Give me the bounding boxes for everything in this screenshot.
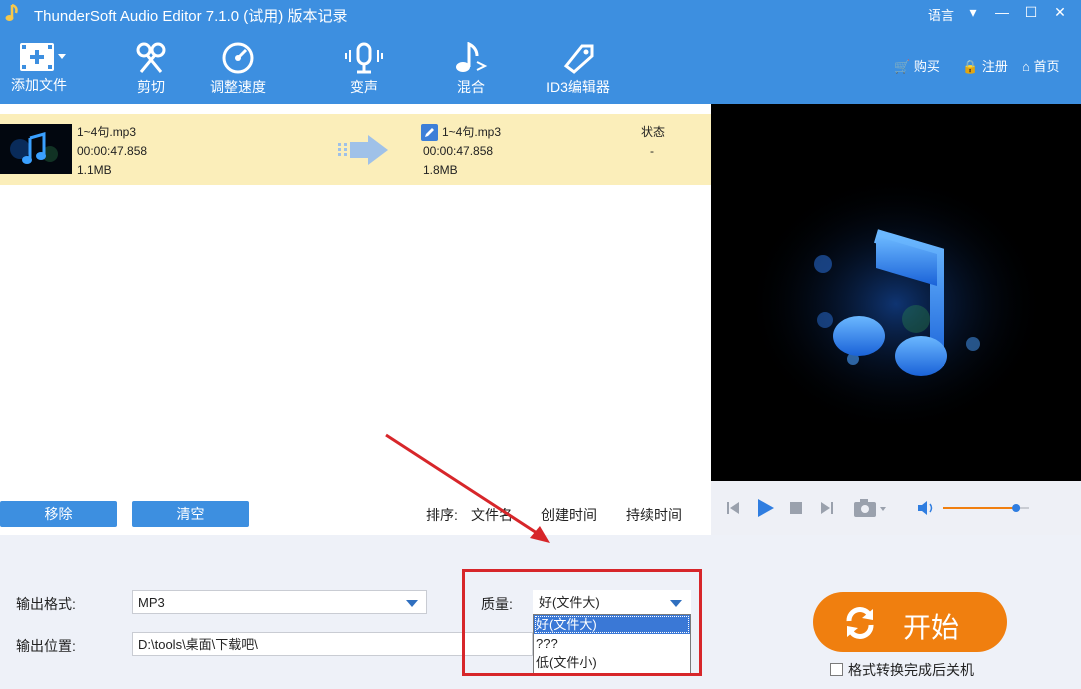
music-note-icon: [746, 174, 1046, 434]
add-file-button[interactable]: 添加文件: [0, 42, 84, 95]
buy-link[interactable]: 🛒 购买: [894, 56, 940, 75]
toolbar: ThunderSoft Audio Editor 7.1.0 (试用) 版本记录…: [0, 0, 1081, 104]
output-format-select[interactable]: MP3: [132, 590, 427, 614]
annotation-arrow: [385, 433, 550, 543]
maximize-icon[interactable]: ☐: [1019, 4, 1043, 21]
voice-change-label: 变声: [350, 79, 378, 95]
source-file-info: 1~4句.mp3 00:00:47.858 1.1MB: [77, 123, 147, 180]
cut-label: 剪切: [137, 79, 165, 95]
preview-pane: [711, 104, 1081, 481]
volume-icon[interactable]: [916, 499, 936, 517]
home-icon: ⌂: [1022, 59, 1030, 74]
output-file-info: 1~4句.mp3 00:00:47.858 1.8MB: [423, 123, 501, 180]
player-controls: [711, 481, 1081, 535]
minimize-icon[interactable]: —: [990, 4, 1014, 20]
shutdown-label: 格式转换完成后关机: [848, 662, 974, 678]
microphone-icon: [345, 42, 383, 74]
chevron-down-icon: [406, 600, 418, 607]
play-icon[interactable]: [755, 498, 775, 518]
scissors-icon: [136, 42, 166, 73]
stop-icon[interactable]: [790, 502, 802, 514]
id3-editor-label: ID3编辑器: [546, 79, 610, 95]
register-label: 注册: [981, 59, 1008, 74]
output-location-label: 输出位置:: [16, 638, 76, 654]
app-logo-icon: [5, 3, 18, 21]
music-note-icon: [456, 42, 488, 72]
speedometer-icon: [222, 42, 254, 74]
refresh-icon: [846, 607, 874, 639]
sort-by-duration[interactable]: 持续时间: [626, 505, 682, 525]
remove-button[interactable]: 移除: [0, 501, 117, 527]
home-label: 首页: [1033, 59, 1060, 74]
add-file-label: 添加文件: [11, 77, 67, 93]
output-location-value: D:\tools\桌面\下载吧\: [138, 637, 258, 652]
file-list-row[interactable]: 1~4句.mp3 00:00:47.858 1.1MB 1~4句.mp3 00:…: [0, 114, 711, 185]
adjust-speed-label: 调整速度: [210, 79, 266, 95]
output-file-duration: 00:00:47.858: [423, 144, 494, 158]
mix-button[interactable]: 混合: [426, 42, 516, 97]
music-note-icon: [10, 132, 58, 164]
cut-button[interactable]: 剪切: [106, 42, 196, 97]
annotation-highlight-box: [462, 569, 702, 676]
status-header: 状态: [641, 125, 666, 139]
output-format-label: 输出格式:: [16, 596, 76, 612]
volume-slider[interactable]: [943, 501, 1029, 515]
skip-forward-icon[interactable]: [819, 500, 835, 516]
window-title: ThunderSoft Audio Editor 7.1.0 (试用) 版本记录: [34, 8, 348, 25]
voice-change-button[interactable]: 变声: [319, 42, 409, 97]
lock-icon: 🔒: [962, 59, 979, 74]
id3-editor-button[interactable]: ID3编辑器: [533, 42, 623, 97]
output-format-value: MP3: [138, 595, 165, 610]
film-add-icon: [20, 43, 66, 71]
source-file-duration: 00:00:47.858: [77, 144, 148, 158]
home-link[interactable]: ⌂ 首页: [1022, 56, 1060, 75]
output-file-name: 1~4句.mp3: [442, 125, 502, 139]
snapshot-icon[interactable]: [853, 498, 889, 518]
mix-label: 混合: [457, 79, 485, 95]
shutdown-checkbox[interactable]: [830, 663, 843, 676]
output-file-size: 1.8MB: [423, 163, 458, 177]
chevron-down-icon[interactable]: ▾: [961, 4, 985, 21]
start-button[interactable]: 开始: [813, 592, 1007, 652]
source-file-size: 1.1MB: [77, 163, 112, 177]
skip-back-icon[interactable]: [725, 500, 741, 516]
clear-button[interactable]: 清空: [132, 501, 249, 527]
language-menu[interactable]: 语言: [928, 5, 954, 24]
source-file-name: 1~4句.mp3: [77, 125, 137, 139]
convert-arrow-icon: [338, 135, 388, 165]
adjust-speed-button[interactable]: 调整速度: [193, 42, 283, 97]
file-thumbnail: [0, 124, 72, 174]
cart-icon: 🛒: [894, 59, 911, 74]
tag-icon: [563, 44, 594, 74]
buy-label: 购买: [913, 59, 940, 74]
register-link[interactable]: 🔒 注册: [962, 56, 1008, 75]
start-label: 开始: [903, 612, 960, 643]
status-value: -: [650, 144, 654, 158]
close-icon[interactable]: ✕: [1048, 4, 1072, 21]
